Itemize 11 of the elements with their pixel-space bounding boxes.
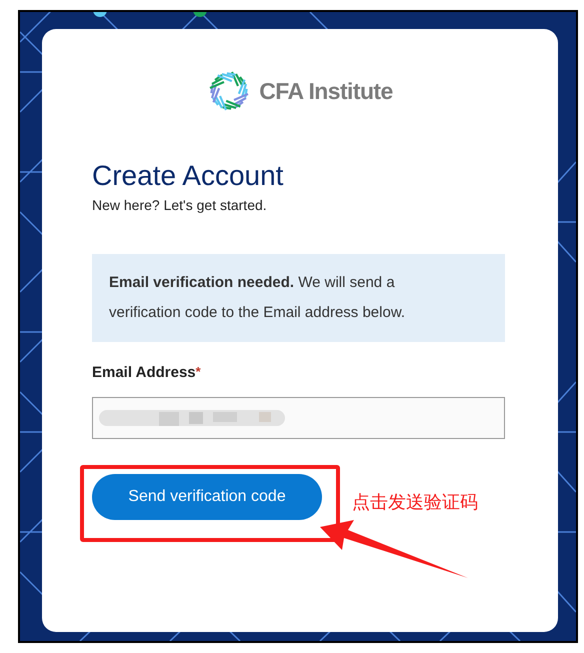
logo-text: CFA Institute — [259, 76, 393, 106]
field-label-text: Email Address — [92, 364, 196, 381]
send-code-button[interactable]: Send verification code — [92, 474, 322, 520]
page-heading: Create Account — [92, 159, 284, 193]
input-field[interactable] — [92, 396, 505, 438]
annotation-text: 点击发送验证码 — [352, 491, 478, 515]
arrow-icon — [320, 520, 470, 580]
pinwheel-logo-icon — [207, 69, 252, 113]
required-mark: * — [196, 364, 201, 379]
notice-text: Email verification needed. We will send a verification code to the Email address below. — [109, 273, 406, 323]
subheading: New here? Let's get started. — [92, 196, 267, 215]
